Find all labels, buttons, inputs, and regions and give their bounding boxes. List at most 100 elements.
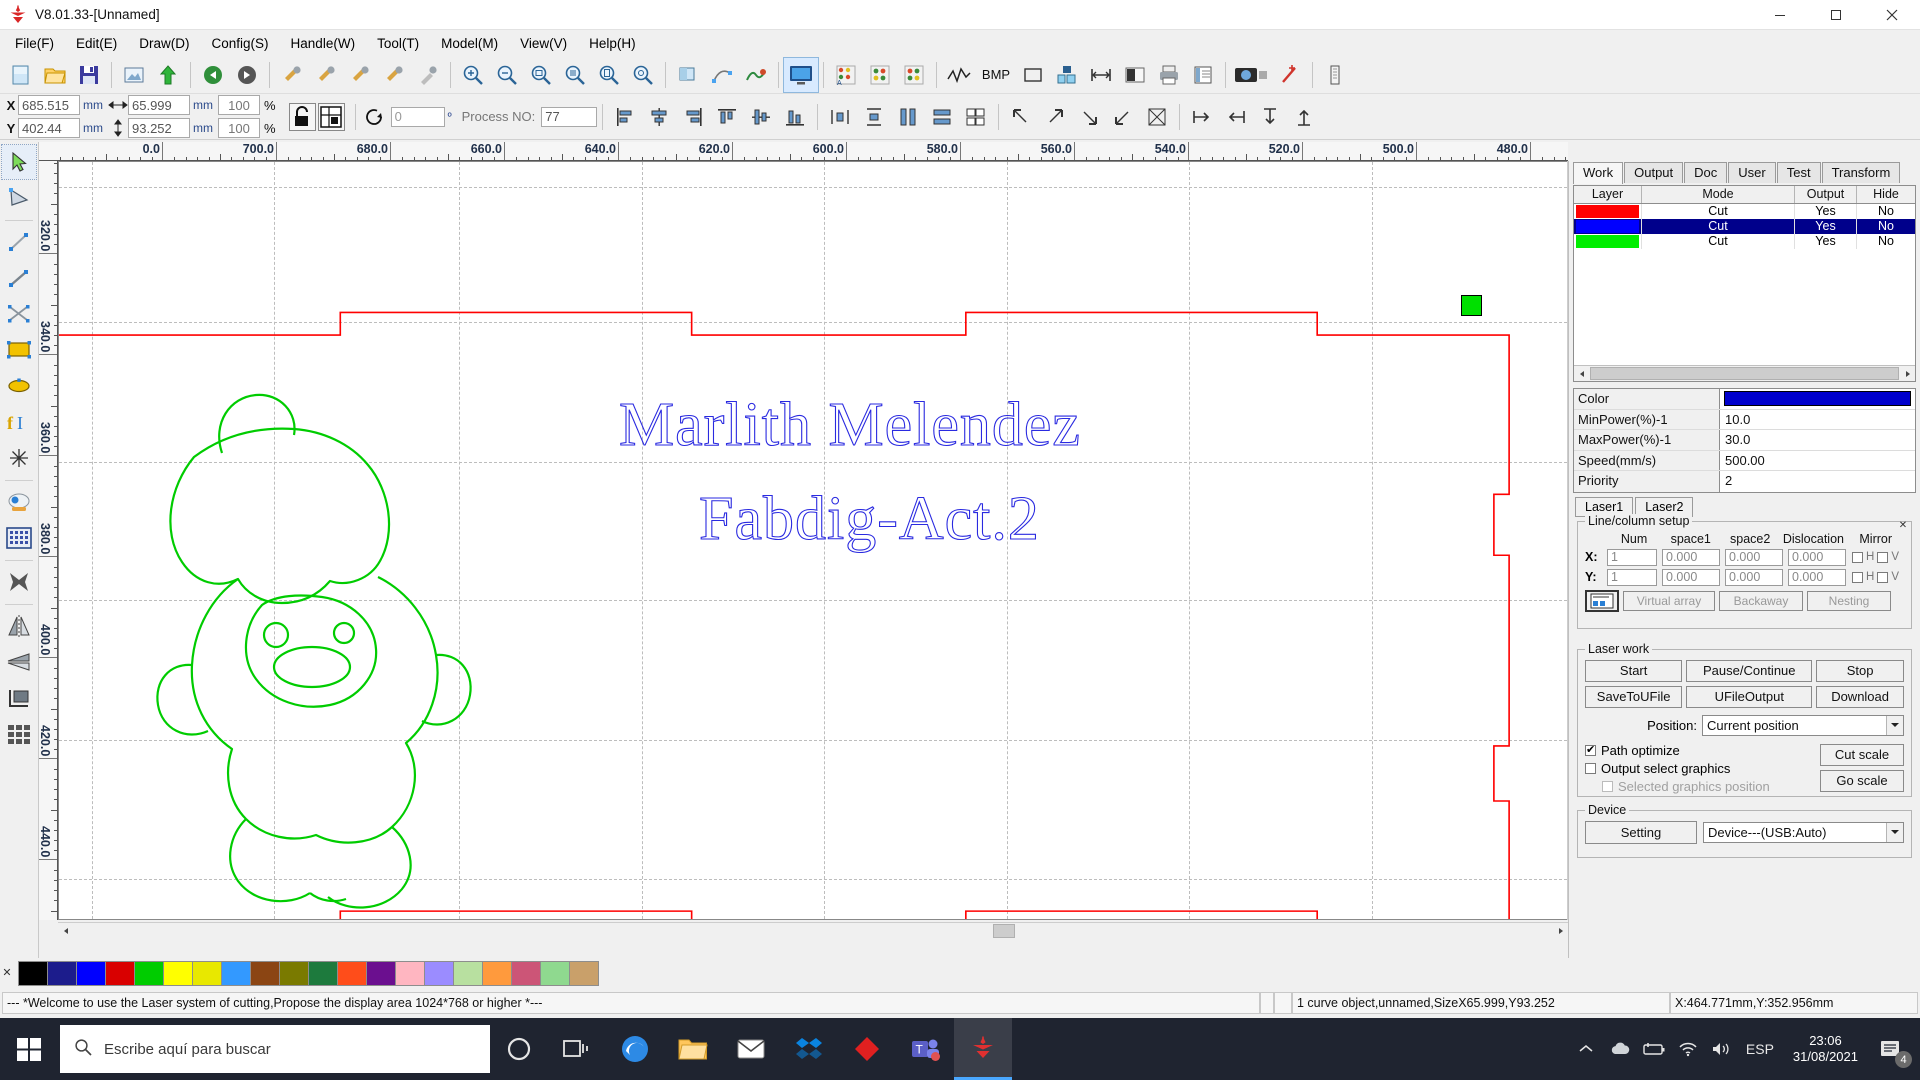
- wifi-icon[interactable]: [1671, 1018, 1705, 1080]
- same-size-icon[interactable]: [959, 100, 993, 134]
- dist-v-icon[interactable]: [857, 100, 891, 134]
- onedrive-icon[interactable]: [1603, 1018, 1637, 1080]
- select-tool[interactable]: [1, 144, 37, 180]
- rotation-angle-input[interactable]: 0: [390, 106, 445, 127]
- edge-icon[interactable]: [606, 1018, 664, 1080]
- palette-color-swatch[interactable]: [308, 960, 338, 986]
- offset-tool[interactable]: [2, 681, 36, 715]
- y-space1-input[interactable]: 0.000: [1662, 568, 1720, 586]
- height-input[interactable]: 93.252: [128, 118, 190, 138]
- x-dislocation-input[interactable]: 0.000: [1788, 548, 1846, 566]
- bezier-tool[interactable]: [2, 297, 36, 331]
- preview-icon[interactable]: [783, 56, 819, 93]
- close-button[interactable]: [1864, 0, 1920, 30]
- tool-wrench-3-icon[interactable]: [343, 58, 377, 92]
- teddy-bear-figure[interactable]: [134, 357, 534, 917]
- palette-color-swatch[interactable]: [134, 960, 164, 986]
- table-row[interactable]: Cut Yes No: [1574, 219, 1915, 234]
- chevron-down-icon[interactable]: [1886, 715, 1903, 735]
- teams-icon[interactable]: T: [896, 1018, 954, 1080]
- bmp-icon[interactable]: BMP: [976, 58, 1016, 92]
- print-icon[interactable]: [1152, 58, 1186, 92]
- cortana-icon[interactable]: [490, 1018, 548, 1080]
- text-tool[interactable]: fI: [2, 405, 36, 439]
- stop-button[interactable]: Stop: [1816, 659, 1904, 682]
- mirror-h-tool[interactable]: [2, 609, 36, 643]
- search-input[interactable]: Escribe aquí para buscar: [60, 1025, 490, 1073]
- menu-file[interactable]: File(F): [4, 33, 65, 54]
- process-no-input[interactable]: 77: [541, 106, 598, 127]
- curve-icon[interactable]: [942, 58, 976, 92]
- download-button[interactable]: Download: [1816, 685, 1904, 708]
- menu-tool[interactable]: Tool(T): [366, 33, 430, 54]
- file-explorer-icon[interactable]: [664, 1018, 722, 1080]
- camera-icon[interactable]: [1231, 58, 1273, 92]
- capture-tool[interactable]: [2, 485, 36, 519]
- group-br-icon[interactable]: [1106, 100, 1140, 134]
- scale-y-input[interactable]: 100: [218, 118, 260, 138]
- tab-transform[interactable]: Transform: [1821, 162, 1901, 183]
- zoom-in-icon[interactable]: [456, 58, 490, 92]
- property-value[interactable]: 10.0: [1720, 410, 1915, 430]
- rotate-icon[interactable]: [361, 104, 387, 130]
- palette-color-swatch[interactable]: [511, 960, 541, 986]
- menu-draw[interactable]: Draw(D): [128, 33, 200, 54]
- menu-edit[interactable]: Edit(E): [65, 33, 128, 54]
- mail-icon[interactable]: [722, 1018, 780, 1080]
- palette-color-swatch[interactable]: [395, 960, 425, 986]
- grid-tool[interactable]: [2, 521, 36, 555]
- tool-wrench-5-icon[interactable]: [411, 58, 445, 92]
- delete-tool[interactable]: [2, 565, 36, 599]
- group-center-icon[interactable]: [1140, 100, 1174, 134]
- array-copy-c-icon[interactable]: [897, 58, 931, 92]
- show-hidden-icons[interactable]: [1569, 1018, 1603, 1080]
- y-space2-input[interactable]: 0.000: [1725, 568, 1783, 586]
- palette-color-swatch[interactable]: [482, 960, 512, 986]
- chevron-down-icon[interactable]: [1886, 822, 1903, 842]
- virtual-array-button[interactable]: Virtual array: [1623, 590, 1715, 611]
- zoom-out-icon[interactable]: [490, 58, 524, 92]
- battery-icon[interactable]: [1637, 1018, 1671, 1080]
- new-file-icon[interactable]: [4, 58, 38, 92]
- tool-wrench-1-icon[interactable]: [275, 58, 309, 92]
- h-right-icon[interactable]: [1219, 100, 1253, 134]
- tab-output[interactable]: Output: [1624, 162, 1684, 183]
- menu-view[interactable]: View(V): [509, 33, 578, 54]
- offset-icon[interactable]: [1084, 58, 1118, 92]
- tab-user[interactable]: User: [1728, 162, 1776, 183]
- backaway-button[interactable]: Backaway: [1719, 590, 1803, 611]
- curve-smooth-icon[interactable]: [739, 58, 773, 92]
- undo-icon[interactable]: [196, 58, 230, 92]
- node-edit-tool[interactable]: [2, 181, 36, 215]
- export-icon[interactable]: [151, 58, 185, 92]
- palette-color-swatch[interactable]: [47, 960, 77, 986]
- canvas-text-line-2[interactable]: Fabdig-Act.2: [698, 484, 1040, 555]
- align-top-icon[interactable]: [710, 100, 744, 134]
- menu-handle[interactable]: Handle(W): [280, 33, 367, 54]
- array-copy-a-icon[interactable]: A: [829, 58, 863, 92]
- zoom-page-icon[interactable]: [592, 58, 626, 92]
- x-position-input[interactable]: 685.515: [18, 95, 80, 115]
- palette-color-swatch[interactable]: [569, 960, 599, 986]
- import-image-icon[interactable]: [117, 58, 151, 92]
- align-vcenter-icon[interactable]: [744, 100, 778, 134]
- scroll-left-arrow-icon[interactable]: [58, 923, 73, 938]
- node-edit-icon[interactable]: [705, 58, 739, 92]
- width-input[interactable]: 65.999: [128, 95, 190, 115]
- language-indicator[interactable]: ESP: [1739, 1018, 1781, 1080]
- page-setup-icon[interactable]: [1186, 58, 1220, 92]
- same-width-icon[interactable]: [891, 100, 925, 134]
- taskbar-clock[interactable]: 23:06 31/08/2021: [1781, 1033, 1870, 1065]
- menu-model[interactable]: Model(M): [430, 33, 509, 54]
- table-row[interactable]: Cut Yes No: [1574, 204, 1915, 219]
- scroll-right-arrow-icon[interactable]: [1900, 366, 1915, 381]
- ufile-output-button[interactable]: UFileOutput: [1686, 685, 1813, 708]
- array-copy-b-icon[interactable]: [863, 58, 897, 92]
- dropbox-icon[interactable]: [780, 1018, 838, 1080]
- rect-frame-icon[interactable]: [1016, 58, 1050, 92]
- scroll-left-arrow-icon[interactable]: [1574, 366, 1589, 381]
- x-mirror-h-checkbox[interactable]: [1852, 551, 1863, 563]
- laser-pointer-icon[interactable]: [1273, 58, 1307, 92]
- align-bottom-icon[interactable]: [778, 100, 812, 134]
- palette-color-swatch[interactable]: [337, 960, 367, 986]
